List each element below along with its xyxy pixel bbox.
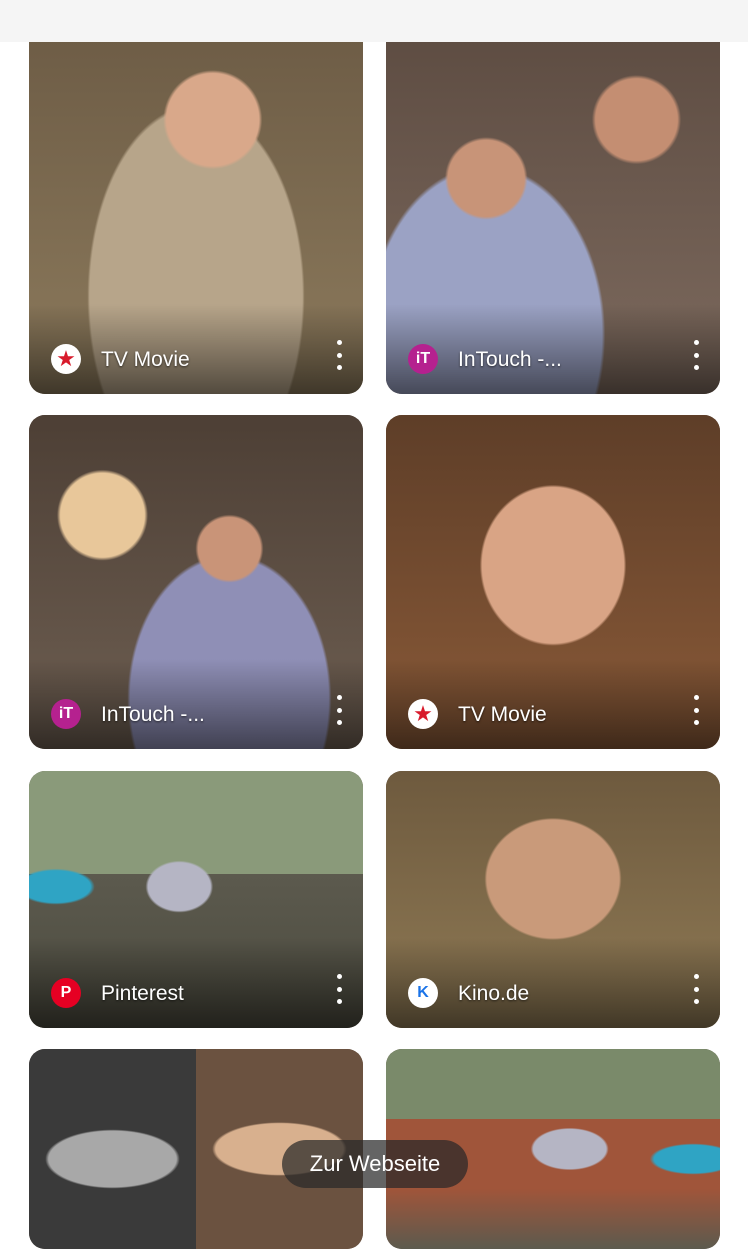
source-name: TV Movie — [101, 348, 190, 371]
tv-movie-star-icon: ★ — [51, 344, 81, 374]
image-result-card[interactable]: ★ TV Movie — [386, 415, 720, 749]
source-name: InTouch -... — [458, 348, 562, 371]
intouch-logo-icon: iT — [408, 344, 438, 374]
pinterest-logo-icon: P — [51, 978, 81, 1008]
more-vert-icon[interactable] — [686, 340, 706, 370]
visit-website-button[interactable]: Zur Webseite — [282, 1140, 468, 1188]
image-result-card[interactable]: iT InTouch -... — [29, 415, 363, 749]
source-name: Kino.de — [458, 982, 530, 1005]
more-vert-icon[interactable] — [686, 695, 706, 725]
image-result-card[interactable]: ★ TV Movie — [29, 2, 363, 394]
more-vert-icon[interactable] — [329, 695, 349, 725]
image-result-card[interactable]: iT InTouch -... — [386, 2, 720, 394]
image-result-card[interactable]: P Pinterest — [29, 771, 363, 1028]
intouch-logo-icon: iT — [51, 699, 81, 729]
top-bar — [0, 0, 748, 42]
more-vert-icon[interactable] — [329, 974, 349, 1004]
source-name: InTouch -... — [101, 703, 205, 726]
source-name: TV Movie — [458, 703, 547, 726]
more-vert-icon[interactable] — [686, 974, 706, 1004]
kino-de-logo-icon: K — [408, 978, 438, 1008]
tv-movie-star-icon: ★ — [408, 699, 438, 729]
more-vert-icon[interactable] — [329, 340, 349, 370]
source-name: Pinterest — [101, 982, 184, 1005]
image-result-card[interactable]: K Kino.de — [386, 771, 720, 1028]
